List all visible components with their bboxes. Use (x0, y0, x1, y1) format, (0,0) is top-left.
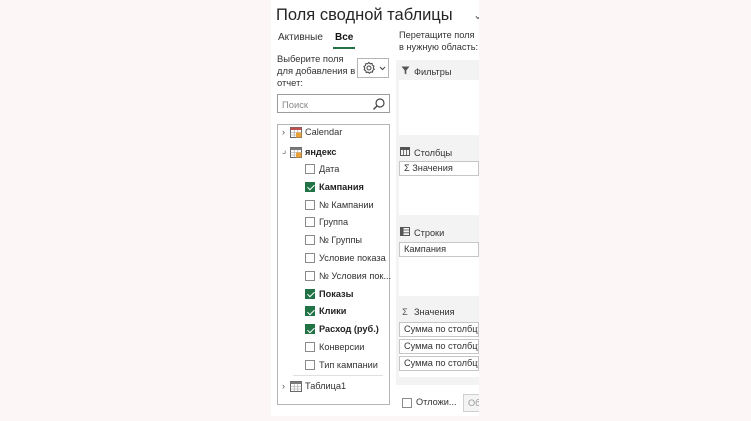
field-label: № Условия пок... (319, 270, 392, 281)
sigma-icon: Σ (402, 307, 408, 317)
field-row[interactable]: Дата (278, 161, 389, 178)
field-row[interactable]: Конверсии (278, 339, 389, 356)
columns-title: Столбцы (414, 148, 453, 158)
field-checkbox[interactable] (305, 288, 315, 299)
field-checkbox[interactable] (305, 306, 315, 317)
rows-title: Строки (414, 228, 445, 238)
table-row-yandex[interactable]: ⌟ яндекс (278, 144, 389, 161)
field-row[interactable]: Расход (руб.) (278, 321, 389, 338)
field-row[interactable]: № Кампании (278, 197, 389, 214)
pane-title: Поля сводной таблицы (276, 6, 453, 24)
field-label: Показы (319, 288, 354, 299)
field-checkbox[interactable] (305, 217, 315, 228)
columns-drop-area[interactable]: Σ Значения (399, 161, 479, 215)
values-chip[interactable]: Сумма по столбцу (399, 356, 479, 371)
chevron-down-icon (379, 66, 386, 71)
defer-update-checkbox[interactable] (402, 398, 412, 408)
choose-fields-label: Выберите поля для добавления в отчет: (277, 53, 356, 88)
drag-text: Перетащите поля в нужную область: (399, 30, 479, 52)
update-button[interactable]: Обновить (463, 394, 479, 412)
field-label: Условие показа (319, 253, 386, 263)
field-settings-button[interactable] (357, 58, 389, 78)
defer-update-label: Отложи... (416, 397, 457, 407)
field-checkbox[interactable] (305, 270, 315, 281)
field-checkbox[interactable] (305, 342, 315, 352)
gear-icon (363, 61, 386, 74)
field-checkbox[interactable] (305, 359, 315, 370)
tab-active[interactable]: Активные (278, 32, 323, 43)
columns-chip[interactable]: Σ Значения (399, 161, 479, 176)
field-checkbox[interactable] (305, 164, 315, 174)
search-input[interactable] (278, 96, 370, 113)
table-row-table1[interactable]: › Таблица1 (278, 378, 389, 395)
field-checkbox[interactable] (305, 199, 315, 210)
drag-fields-label: Перетащите поля в нужную область: (399, 29, 479, 53)
field-label: Кампания (319, 181, 364, 192)
sigma-icon: Σ (404, 163, 413, 173)
list-divider (293, 375, 383, 376)
filter-icon (400, 66, 410, 77)
rows-drop-area[interactable]: Кампания (399, 242, 479, 296)
field-checkbox[interactable] (305, 235, 315, 246)
field-list[interactable]: › Calendar ⌟ яндекс Дата Кампания № Кампан… (277, 124, 392, 405)
field-search-box[interactable] (277, 94, 390, 113)
values-drop-area[interactable]: Сумма по столбцу Сумма по столбцу Сумма … (399, 322, 479, 377)
rows-header: Строки (400, 227, 444, 238)
filters-header: Фильтры (400, 66, 451, 77)
chevron-right-icon[interactable]: › (282, 378, 285, 395)
rows-chip[interactable]: Кампания (399, 242, 479, 257)
field-row[interactable]: Условие показа (278, 250, 389, 267)
field-label: Клики (319, 306, 347, 317)
values-chip[interactable]: Сумма по столбцу (399, 322, 479, 337)
table-icon (290, 147, 302, 158)
field-label: Тип кампании (319, 359, 378, 370)
table-icon (290, 381, 302, 392)
chip-label: Значения (412, 163, 453, 173)
field-label: Расход (руб.) (319, 324, 379, 335)
rows-icon (400, 227, 410, 238)
field-row[interactable]: Клики (278, 303, 389, 320)
pane-options-chevron-icon[interactable]: ⌄ (473, 8, 479, 22)
field-checkbox[interactable] (305, 181, 315, 192)
collapse-icon[interactable]: ⌟ (282, 142, 286, 159)
field-label: Группа (319, 217, 349, 228)
tab-active-indicator (333, 47, 355, 49)
field-label: № Группы (319, 235, 363, 246)
columns-header: Столбцы (400, 147, 452, 158)
calendar-table-icon (290, 127, 302, 138)
field-label: Дата (319, 164, 340, 174)
field-checkbox[interactable] (305, 253, 315, 263)
field-row[interactable]: № Условия пок... (278, 268, 392, 285)
field-row[interactable]: Показы (278, 286, 389, 303)
field-row[interactable]: Тип кампании (278, 357, 389, 374)
table-name: яндекс (305, 147, 337, 157)
pivot-fields-pane: Поля сводной таблицы ⌄ Активные Все Выбе… (271, 0, 479, 416)
field-label: № Кампании (319, 199, 374, 210)
table-row-calendar[interactable]: › Calendar (278, 124, 389, 141)
tab-all[interactable]: Все (335, 32, 353, 43)
columns-icon (400, 147, 410, 158)
filters-title: Фильтры (414, 67, 452, 77)
search-icon[interactable] (372, 97, 386, 111)
chevron-right-icon[interactable]: › (282, 124, 285, 141)
table-name: Calendar (305, 127, 343, 137)
values-chip[interactable]: Сумма по столбцу (399, 339, 479, 354)
table-name: Таблица1 (305, 381, 347, 391)
values-header: Σ Значения (400, 307, 455, 317)
filters-drop-area[interactable] (399, 80, 479, 135)
field-checkbox[interactable] (305, 324, 315, 335)
field-row[interactable]: № Группы (278, 232, 389, 249)
field-row[interactable]: Кампания (278, 179, 389, 196)
field-label: Конверсии (319, 342, 365, 352)
field-row[interactable]: Группа (278, 214, 389, 231)
values-title: Значения (414, 307, 455, 317)
